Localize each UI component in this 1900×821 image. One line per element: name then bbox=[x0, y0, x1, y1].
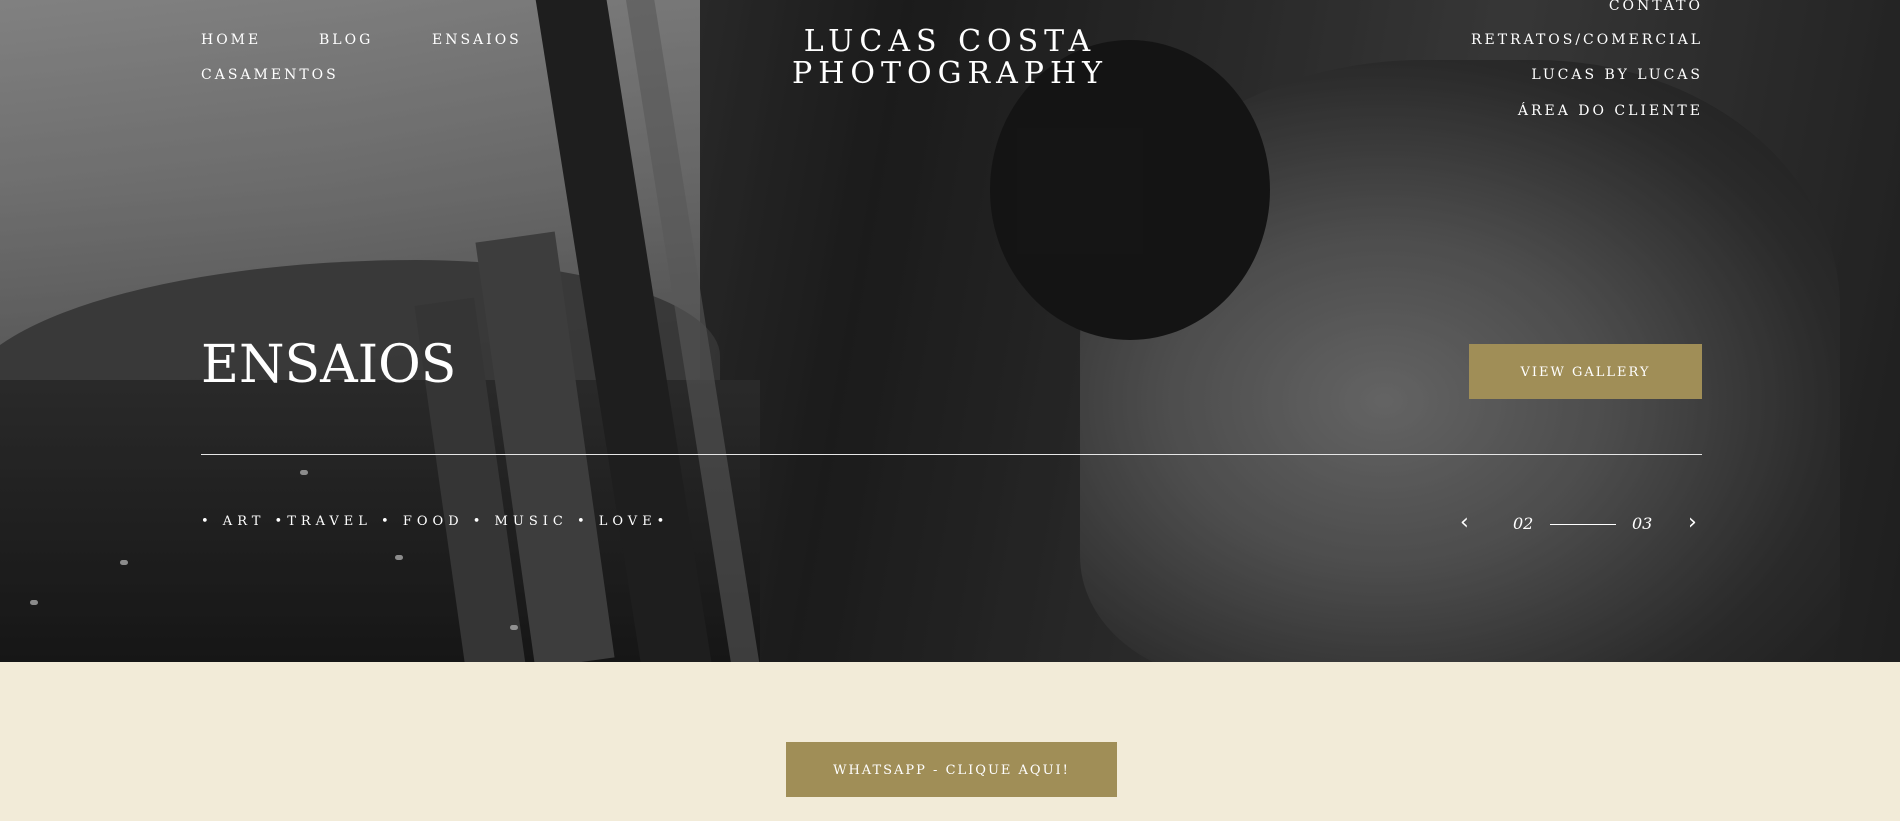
chevron-right-icon[interactable]: › bbox=[1688, 512, 1697, 534]
hero-overlay bbox=[0, 0, 1900, 662]
site-logo[interactable]: LUCAS COSTA PHOTOGRAPHY bbox=[700, 26, 1200, 90]
nav-link-ensaios[interactable]: ENSAIOS bbox=[432, 32, 522, 48]
nav-link-contato[interactable]: CONTATO bbox=[1609, 0, 1703, 14]
nav-link-retratos-comercial[interactable]: RETRATOS/COMERCIAL bbox=[1471, 32, 1703, 48]
hero-divider bbox=[201, 454, 1702, 455]
nav-link-area-do-cliente[interactable]: ÁREA DO CLIENTE bbox=[1518, 103, 1703, 119]
nav-link-home[interactable]: HOME bbox=[201, 32, 261, 48]
slide-pager: ‹ 02 03 › bbox=[1460, 512, 1710, 536]
whatsapp-button[interactable]: WHATSAPP - CLIQUE AQUI! bbox=[786, 742, 1117, 797]
hero-section bbox=[0, 0, 1900, 662]
slide-total: 03 bbox=[1632, 514, 1653, 533]
view-gallery-button[interactable]: VIEW GALLERY bbox=[1469, 344, 1702, 399]
logo-line-1: LUCAS COSTA bbox=[803, 24, 1097, 59]
slide-current: 02 bbox=[1513, 514, 1534, 533]
nav-link-lucas-by-lucas[interactable]: LUCAS BY LUCAS bbox=[1531, 67, 1703, 83]
hero-title: ENSAIOS bbox=[201, 335, 457, 395]
logo-line-2: PHOTOGRAPHY bbox=[792, 56, 1108, 91]
slide-progress-line bbox=[1550, 524, 1616, 525]
hero-tagline: • ART •TRAVEL • FOOD • MUSIC • LOVE• bbox=[201, 514, 670, 529]
chevron-left-icon[interactable]: ‹ bbox=[1460, 512, 1469, 534]
nav-link-casamentos[interactable]: CASAMENTOS bbox=[201, 67, 339, 83]
nav-link-blog[interactable]: BLOG bbox=[319, 32, 373, 48]
